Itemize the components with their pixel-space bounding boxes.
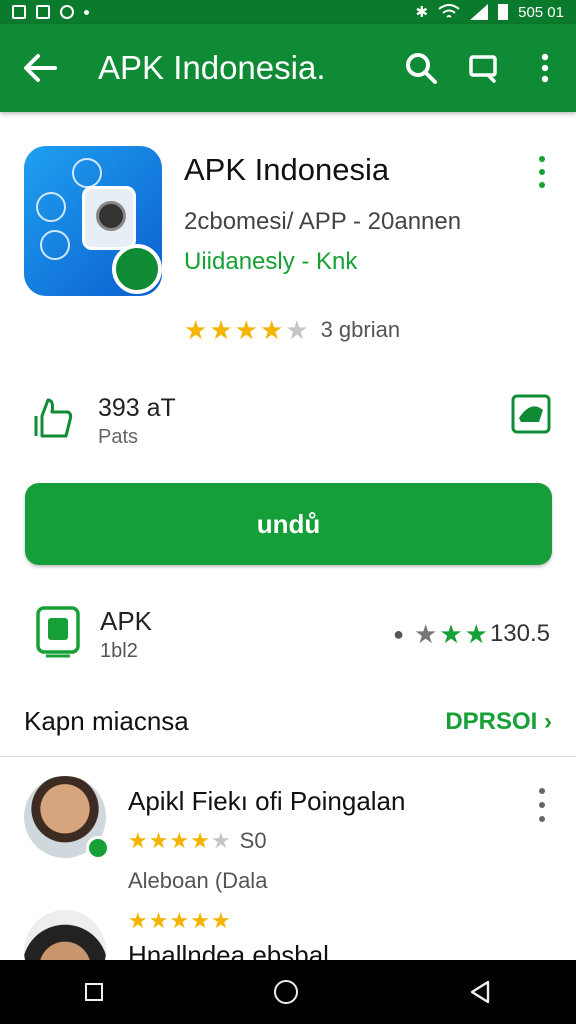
system-nav-bar (0, 960, 576, 1024)
apk-row[interactable]: APK 1bl2 ● ★ ★ ★ 130.5 (0, 598, 576, 668)
review-author: Apikl Fiekı ofi Poingalan (128, 786, 406, 816)
info-value: 393 аT (98, 394, 176, 422)
status-left-icons (12, 5, 89, 19)
sync-icon (60, 5, 74, 19)
mail-icon (36, 5, 50, 19)
see-more-label: DPRSOI (445, 708, 538, 735)
install-button[interactable]: undů (25, 483, 552, 565)
review-author: Hnallndea ebsbal (128, 940, 329, 960)
review-meta: Aleboan (Dala (128, 868, 268, 893)
star-icon: ★ (128, 910, 148, 933)
apk-title: APK (100, 606, 153, 636)
arrow-left-icon (24, 54, 57, 82)
review-more-button[interactable] (532, 788, 552, 822)
app-bar: APK Indonesia. (0, 24, 576, 112)
star-icon: ★ (464, 619, 488, 649)
star-icon: ★ (128, 828, 148, 853)
review-item: ★ ★ ★ ★ ★ Hnallndea ebsbal (0, 910, 576, 960)
bluetooth-icon: ✱ (415, 4, 429, 21)
triangle-icon[interactable] (469, 980, 491, 1004)
star-icon: ★ (148, 910, 169, 933)
app-icon-badge (112, 244, 162, 294)
rating-label: 3 gbrian (320, 317, 401, 342)
verified-icon (86, 836, 110, 860)
apk-subtitle: 1bl2 (100, 640, 138, 662)
more-vertical-icon (541, 53, 549, 83)
app-icon-bubble (40, 230, 70, 260)
app-icon-bubble (72, 158, 102, 188)
status-time: 505 01 (518, 3, 564, 21)
star-icon: ★ (210, 910, 231, 933)
star-icon: ★ (209, 315, 233, 345)
review-score: S0 (239, 828, 267, 853)
app-bar-title: APK Indonesia. (98, 49, 326, 86)
review-rating: ★ ★ ★ ★ ★ S0 (128, 828, 267, 854)
star-icon: ★ (148, 828, 169, 853)
overflow-menu-button[interactable] (514, 24, 576, 112)
status-right-icons: ✱ 505 01 (415, 3, 564, 22)
app-rating: ★ ★ ★ ★ ★ 3 gbrian (184, 317, 400, 343)
search-button[interactable] (390, 24, 452, 112)
signal-icon (470, 4, 489, 20)
back-button[interactable] (0, 24, 80, 112)
review-rating: ★ ★ ★ ★ ★ (128, 910, 231, 932)
search-icon (406, 53, 437, 84)
cast-icon (469, 55, 497, 83)
people-icon: ● (393, 623, 404, 644)
star-icon: ★ (439, 619, 463, 649)
star-icon: ★ (184, 315, 208, 345)
star-icon: ★ (234, 315, 258, 345)
apk-rating-text: 130.5 (489, 620, 550, 647)
apk-icon (36, 606, 80, 658)
star-icon: ★ (190, 910, 210, 933)
status-bar: ✱ 505 01 (0, 0, 576, 24)
see-more-link[interactable]: DPRSOI › (445, 708, 552, 736)
star-icon: ★ (414, 619, 438, 649)
gallery-icon (12, 5, 26, 19)
cast-button[interactable] (452, 24, 514, 112)
section-title: Kapn miacnsa (24, 706, 189, 736)
star-icon: ★ (169, 828, 190, 853)
battery-icon (498, 4, 509, 20)
app-more-button[interactable] (530, 152, 554, 192)
star-icon: ★ (169, 910, 190, 933)
avatar (24, 910, 106, 960)
award-icon[interactable] (511, 394, 551, 434)
star-icon: ★ (285, 315, 309, 345)
info-label: Pats (98, 426, 139, 448)
app-developer[interactable]: Uiidanesly - Knk (184, 248, 357, 276)
app-icon-bubble (36, 192, 66, 222)
star-icon: ★ (190, 828, 210, 853)
circle-icon[interactable] (273, 980, 298, 1004)
wifi-icon (438, 4, 460, 18)
app-info-row: 393 аT Pats (0, 382, 576, 462)
reviews-section-header: Kapn miacnsa DPRSOI › (0, 702, 576, 757)
square-icon[interactable] (85, 983, 104, 1001)
star-icon: ★ (210, 828, 231, 853)
dot-icon (84, 9, 89, 15)
app-icon (24, 146, 162, 296)
app-subtitle: 2cbomesi/ APP - 20annen (184, 208, 462, 235)
app-icon-device (82, 186, 136, 250)
chevron-right-icon: › (544, 708, 552, 735)
apk-rating: ● ★ ★ ★ 130.5 (393, 620, 550, 648)
thumbs-up-icon (34, 398, 73, 438)
star-icon: ★ (259, 315, 284, 345)
app-name: APK Indonesia (184, 152, 390, 187)
app-header: APK Indonesia 2cbomesi/ APP - 20annen Ui… (0, 112, 576, 372)
